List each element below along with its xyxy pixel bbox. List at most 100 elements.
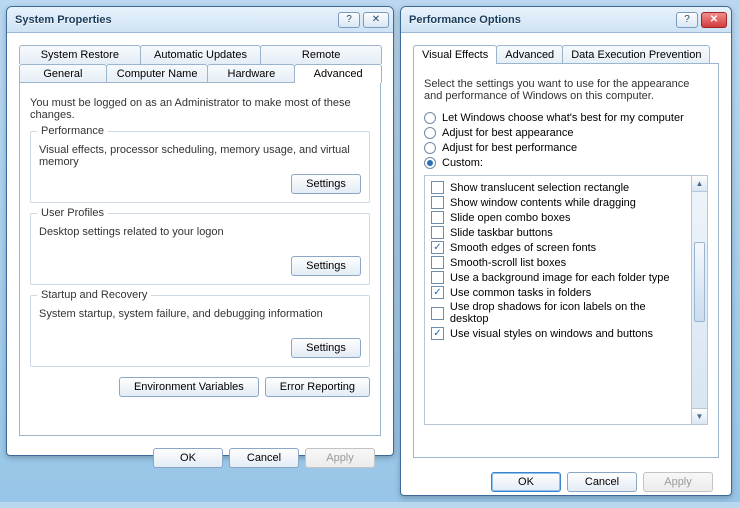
checkbox-icon — [431, 211, 444, 224]
radio-label: Custom: — [442, 157, 483, 169]
checkbox-icon — [431, 256, 444, 269]
cancel-button[interactable]: Cancel — [567, 472, 637, 492]
checkbox-label: Slide taskbar buttons — [450, 227, 553, 239]
radio-icon — [424, 127, 436, 139]
group-desc: Desktop settings related to your logon — [39, 226, 361, 238]
radio-icon — [424, 157, 436, 169]
radio-label: Adjust for best performance — [442, 142, 577, 154]
radio-option-1[interactable]: Adjust for best appearance — [424, 127, 708, 139]
group-desc: System startup, system failure, and debu… — [39, 308, 361, 320]
cancel-button[interactable]: Cancel — [229, 448, 299, 468]
system-properties-window: System Properties ? ✕ System Restore Aut… — [6, 6, 394, 456]
ok-button[interactable]: OK — [491, 472, 561, 492]
titlebar-buttons: ? ✕ — [676, 12, 727, 28]
check-option-3[interactable]: Slide taskbar buttons — [429, 225, 687, 240]
scroll-down-button[interactable]: ▼ — [692, 408, 707, 424]
checkbox-icon — [431, 181, 444, 194]
check-option-8[interactable]: Use drop shadows for icon labels on the … — [429, 300, 687, 326]
checkbox-icon — [431, 327, 444, 340]
window-title: Performance Options — [409, 14, 676, 26]
performance-options-window: Performance Options ? ✕ Visual Effects A… — [400, 6, 732, 496]
check-option-0[interactable]: Show translucent selection rectangle — [429, 180, 687, 195]
tab-automatic-updates[interactable]: Automatic Updates — [140, 45, 262, 64]
scroll-up-button[interactable]: ▲ — [692, 176, 707, 192]
checkbox-label: Use drop shadows for icon labels on the … — [450, 301, 685, 325]
startup-recovery-settings-button[interactable]: Settings — [291, 338, 361, 358]
radio-option-3[interactable]: Custom: — [424, 157, 708, 169]
checkbox-label: Smooth edges of screen fonts — [450, 242, 596, 254]
tab-strip: System Restore Automatic Updates Remote … — [19, 45, 381, 83]
tab-system-restore[interactable]: System Restore — [19, 45, 141, 64]
apply-button[interactable]: Apply — [643, 472, 713, 492]
group-title: Startup and Recovery — [37, 289, 151, 301]
tab-panel-advanced: You must be logged on as an Administrato… — [19, 82, 381, 436]
error-reporting-button[interactable]: Error Reporting — [265, 377, 370, 397]
group-desc: Visual effects, processor scheduling, me… — [39, 144, 361, 168]
checkbox-icon — [431, 226, 444, 239]
radio-option-2[interactable]: Adjust for best performance — [424, 142, 708, 154]
window-body: System Restore Automatic Updates Remote … — [7, 33, 393, 484]
checkbox-label: Show window contents while dragging — [450, 197, 636, 209]
group-title: User Profiles — [37, 207, 108, 219]
titlebar-buttons: ? ✕ — [338, 12, 389, 28]
checkbox-label: Slide open combo boxes — [450, 212, 570, 224]
check-option-2[interactable]: Slide open combo boxes — [429, 210, 687, 225]
radio-label: Let Windows choose what's best for my co… — [442, 112, 684, 124]
check-option-9[interactable]: Use visual styles on windows and buttons — [429, 326, 687, 341]
titlebar[interactable]: Performance Options ? ✕ — [401, 7, 731, 33]
tab-advanced[interactable]: Advanced — [294, 64, 382, 83]
user-profiles-settings-button[interactable]: Settings — [291, 256, 361, 276]
tab-remote[interactable]: Remote — [260, 45, 382, 64]
window-body: Visual Effects Advanced Data Execution P… — [401, 33, 731, 508]
check-option-7[interactable]: Use common tasks in folders — [429, 285, 687, 300]
effects-checklist: Show translucent selection rectangle Show… — [424, 175, 708, 425]
ok-button[interactable]: OK — [153, 448, 223, 468]
scrollbar[interactable]: ▲ ▼ — [691, 176, 707, 424]
tab-strip: Visual Effects Advanced Data Execution P… — [413, 45, 719, 64]
checkbox-label: Use common tasks in folders — [450, 287, 591, 299]
checkbox-icon — [431, 241, 444, 254]
checkbox-label: Use visual styles on windows and buttons — [450, 328, 653, 340]
radio-icon — [424, 142, 436, 154]
help-button[interactable]: ? — [338, 12, 360, 28]
apply-button[interactable]: Apply — [305, 448, 375, 468]
help-button[interactable]: ? — [676, 12, 698, 28]
checkbox-icon — [431, 307, 444, 320]
check-option-6[interactable]: Use a background image for each folder t… — [429, 270, 687, 285]
checkbox-icon — [431, 196, 444, 209]
tab-general[interactable]: General — [19, 64, 107, 83]
check-option-5[interactable]: Smooth-scroll list boxes — [429, 255, 687, 270]
close-button[interactable]: ✕ — [701, 12, 727, 28]
checkbox-icon — [431, 271, 444, 284]
radio-icon — [424, 112, 436, 124]
radio-label: Adjust for best appearance — [442, 127, 573, 139]
checkbox-label: Smooth-scroll list boxes — [450, 257, 566, 269]
titlebar[interactable]: System Properties ? ✕ — [7, 7, 393, 33]
radio-option-0[interactable]: Let Windows choose what's best for my co… — [424, 112, 708, 124]
tab-visual-effects[interactable]: Visual Effects — [413, 45, 497, 64]
scroll-thumb[interactable] — [694, 242, 705, 322]
tab-hardware[interactable]: Hardware — [207, 64, 295, 83]
performance-settings-button[interactable]: Settings — [291, 174, 361, 194]
group-user-profiles: User Profiles Desktop settings related t… — [30, 213, 370, 285]
tab-panel-visual-effects: Select the settings you want to use for … — [413, 63, 719, 458]
tab-advanced[interactable]: Advanced — [496, 45, 563, 64]
checkbox-icon — [431, 286, 444, 299]
scroll-track[interactable] — [692, 192, 707, 408]
intro-text: Select the settings you want to use for … — [424, 78, 708, 102]
check-option-1[interactable]: Show window contents while dragging — [429, 195, 687, 210]
admin-note: You must be logged on as an Administrato… — [30, 97, 370, 121]
dialog-footer: OK Cancel Apply — [409, 464, 723, 500]
checkbox-label: Show translucent selection rectangle — [450, 182, 629, 194]
extra-buttons-row: Environment Variables Error Reporting — [30, 377, 370, 397]
group-performance: Performance Visual effects, processor sc… — [30, 131, 370, 203]
check-option-4[interactable]: Smooth edges of screen fonts — [429, 240, 687, 255]
window-title: System Properties — [15, 14, 338, 26]
tab-dep[interactable]: Data Execution Prevention — [562, 45, 710, 64]
close-button[interactable]: ✕ — [363, 12, 389, 28]
checkbox-label: Use a background image for each folder t… — [450, 272, 670, 284]
group-startup-recovery: Startup and Recovery System startup, sys… — [30, 295, 370, 367]
group-title: Performance — [37, 125, 108, 137]
environment-variables-button[interactable]: Environment Variables — [119, 377, 259, 397]
tab-computer-name[interactable]: Computer Name — [106, 64, 209, 83]
